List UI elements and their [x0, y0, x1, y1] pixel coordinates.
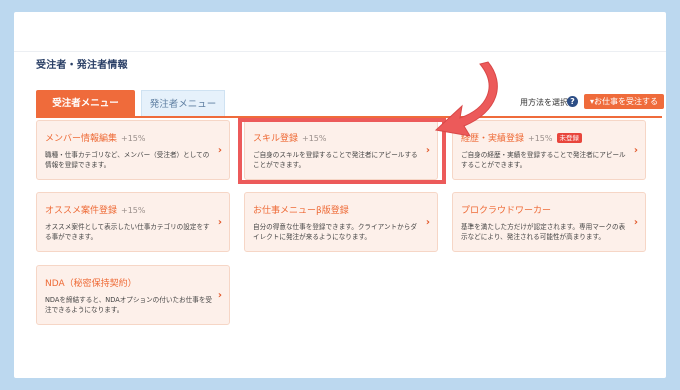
divider	[14, 51, 666, 52]
card-title-text: お仕事メニューβ版登録	[253, 206, 349, 216]
card-description: オススメ案件として表示したい仕事カテゴリの設定をする事ができます。	[45, 223, 210, 241]
card-title: お仕事メニューβ版登録	[253, 203, 349, 216]
card-title: NDA（秘密保持契約）	[45, 276, 137, 289]
chevron-right-icon: ›	[633, 217, 638, 228]
card-description: NDAを締結すると、NDAオプションの付いたお仕事を受注できるようになります。	[45, 296, 213, 314]
card-rate: +15%	[121, 134, 146, 143]
accept-job-button[interactable]: ▾お仕事を受注する	[584, 94, 665, 109]
card-title: プロクラウドワーカー	[461, 203, 551, 216]
card-title: オススメ案件登録 +15%	[45, 203, 146, 216]
chevron-right-icon: ›	[217, 217, 222, 228]
card-title-text: メンバー情報編集	[45, 134, 118, 144]
section-title: 受注者・発注者情報	[36, 60, 128, 71]
unregistered-badge: 未登録	[556, 133, 582, 143]
card-member-info[interactable]: メンバー情報編集 +15% 職種・仕事カテゴリなど、メンバー（受注者）としての情報…	[36, 120, 230, 180]
card-description: 基準を満たした方だけが認定されます。専用マークの表示などにより、発注される可能性…	[461, 223, 626, 241]
card-rate: +15%	[528, 134, 553, 143]
card-title-text: オススメ案件登録	[45, 206, 118, 216]
card-nda[interactable]: NDA（秘密保持契約） NDAを締結すると、NDAオプションの付いたお仕事を受注…	[36, 265, 230, 325]
card-recommended-jobs[interactable]: オススメ案件登録 +15% オススメ案件として表示したい仕事カテゴリの設定をする事…	[36, 192, 230, 252]
card-work-menu-beta[interactable]: お仕事メニューβ版登録 自分の得意な仕事を登録できます。クライアントからダイレク…	[244, 192, 438, 252]
card-title-text: プロクラウドワーカー	[461, 206, 552, 216]
card-description: 職種・仕事カテゴリなど、メンバー（受注者）としての情報を登録できます。	[45, 151, 210, 169]
tab-contractor-menu[interactable]: 受注者メニュー	[36, 90, 135, 117]
help-icon[interactable]: ?	[567, 96, 578, 107]
card-description: ご自身の経歴・実績を登録することで発注者にアピールすることができます。	[461, 151, 626, 169]
card-title-text: NDA（秘密保持契約）	[45, 279, 137, 289]
card-rate: +15%	[121, 206, 146, 215]
card-description: 自分の得意な仕事を登録できます。クライアントからダイレクトに発注が来るようになり…	[253, 223, 417, 241]
card-pro-crowdworker[interactable]: プロクラウドワーカー 基準を満たした方だけが認定されます。専用マークの表示などに…	[452, 192, 646, 252]
chevron-right-icon: ›	[633, 145, 638, 156]
tab-client-menu[interactable]: 発注者メニュー	[141, 90, 225, 117]
usage-selector-link[interactable]: 用方法を選択	[520, 97, 568, 108]
pointer-arrow-icon	[434, 61, 498, 137]
card-title: メンバー情報編集 +15%	[45, 131, 146, 144]
main-panel: 受注者・発注者情報 受注者メニュー 発注者メニュー 用方法を選択 ? ▾お仕事を…	[14, 12, 666, 378]
chevron-right-icon: ›	[425, 217, 430, 228]
chevron-right-icon: ›	[217, 145, 222, 156]
chevron-right-icon: ›	[217, 290, 222, 301]
